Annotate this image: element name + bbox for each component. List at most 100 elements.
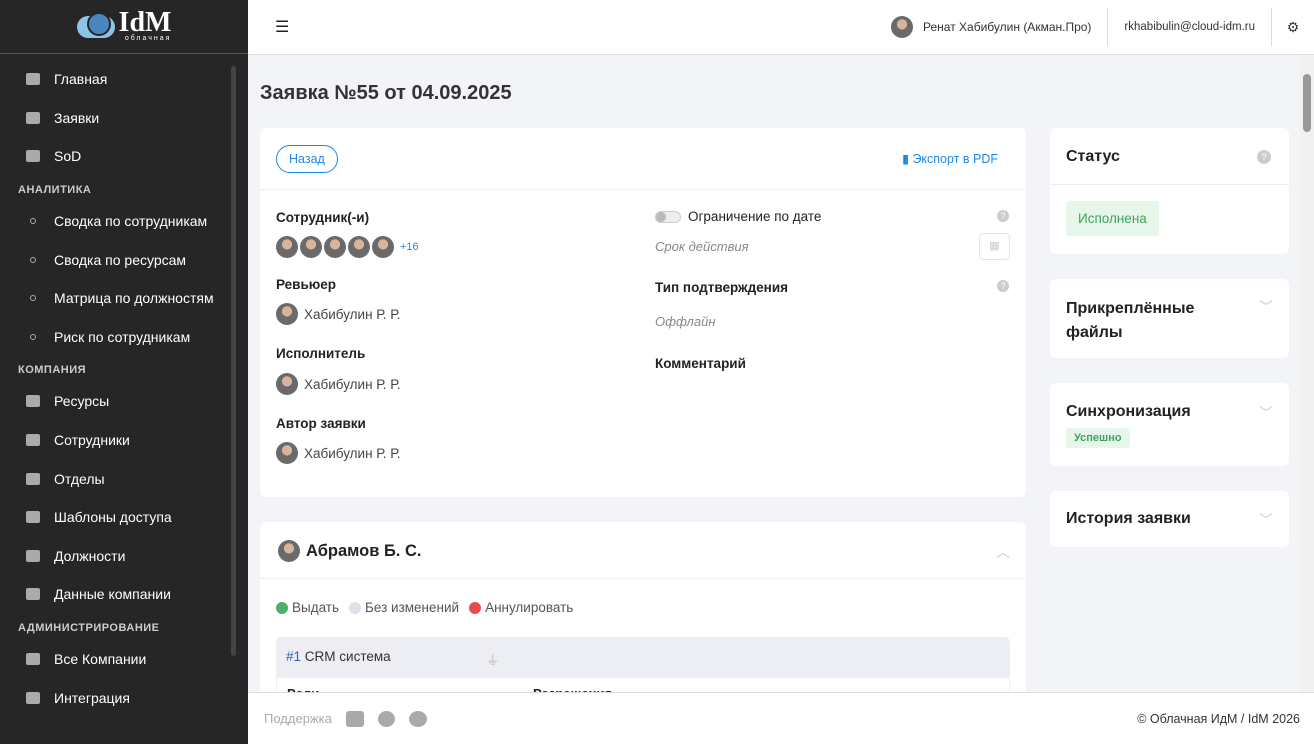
employees-label: Сотрудник(-и): [276, 210, 370, 225]
support-label: Поддержка: [264, 711, 332, 726]
user-icon: [26, 434, 40, 447]
divider: [260, 189, 1026, 190]
sidebar-item-label: Сводка по сотрудникам: [54, 213, 208, 230]
user-menu[interactable]: Ренат Хабибулин (Акман.Про): [883, 8, 1109, 46]
whatsapp-icon[interactable]: [377, 710, 395, 727]
help-icon[interactable]: ?: [997, 210, 1009, 222]
divider: [260, 578, 1026, 579]
sidebar-item-label: Данные компании: [54, 586, 171, 603]
telegram-icon[interactable]: [408, 710, 427, 727]
history-card[interactable]: История заявки ﹀: [1050, 491, 1289, 547]
sidebar-item[interactable]: Данные компании: [0, 575, 248, 614]
chevron-down-icon[interactable]: ﹀: [1259, 297, 1273, 317]
date-limit-label: Ограничение по дате: [688, 209, 822, 224]
sidebar-item-label: Сводка по ресурсам: [54, 251, 187, 268]
sync-status-badge: Успешно: [1066, 428, 1130, 448]
sidebar-item[interactable]: Главная: [0, 60, 248, 99]
avatar: [348, 236, 370, 258]
author: Хабибулин Р. Р.: [276, 442, 400, 464]
circle-icon: [30, 218, 36, 225]
date-limit-toggle[interactable]: [655, 211, 681, 223]
cancel-circle-icon: [469, 601, 482, 614]
status-badge: Исполнена: [1066, 201, 1159, 236]
calendar-icon[interactable]: ▦: [979, 233, 1010, 260]
sidebar-item-label: Главная: [54, 71, 108, 88]
menu-icon[interactable]: ☰: [275, 17, 289, 37]
sidebar-item[interactable]: Сотрудники: [0, 421, 248, 460]
resource-header[interactable]: #1 CRM система ⏚: [276, 637, 1010, 677]
confirm-type-value: Оффлайн: [655, 314, 716, 329]
sidebar-item[interactable]: Матрица по должностям: [0, 279, 248, 318]
avatar: [276, 373, 298, 395]
sidebar-scrollbar[interactable]: [231, 66, 236, 656]
plug-icon: ⏚: [486, 653, 500, 668]
circle-icon: [349, 601, 362, 614]
gear-icon[interactable]: ⚙: [1272, 19, 1314, 36]
confirm-type-label: Тип подтверждения: [655, 280, 789, 295]
attached-files-card[interactable]: Прикреплённые файлы ﹀: [1050, 279, 1289, 358]
avatar: [324, 236, 346, 258]
sidebar-item-label: Шаблоны доступа: [54, 509, 172, 526]
logo[interactable]: IdM облачная: [0, 0, 248, 54]
employees-avatars[interactable]: +16: [276, 236, 419, 258]
top-header: ☰ Ренат Хабибулин (Акман.Про) rkhabibuli…: [248, 0, 1314, 55]
request-card: Назад ▮ Экспорт в PDF Сотрудник(-и) +16 …: [260, 128, 1026, 497]
chevron-down-icon[interactable]: ﹀: [1259, 403, 1273, 423]
legend: Выдать Без изменений Аннулировать: [276, 600, 573, 615]
avatar: [891, 16, 914, 38]
sidebar-item-label: Интеграция: [54, 689, 130, 706]
validity-date-input[interactable]: Срок действия: [655, 239, 749, 254]
clipboard-icon: [26, 111, 40, 124]
envelope-icon[interactable]: [345, 710, 364, 727]
sidebar-item[interactable]: Сводка по сотрудникам: [0, 202, 248, 241]
sidebar-item[interactable]: Ресурсы: [0, 382, 248, 421]
export-pdf-button[interactable]: ▮ Экспорт в PDF: [902, 151, 998, 166]
user-icon: [26, 653, 40, 666]
plug-icon: [26, 691, 40, 704]
building-icon: [26, 588, 40, 601]
sidebar-item[interactable]: Все Компании: [0, 640, 248, 679]
sidebar-item-label: Отделы: [54, 470, 105, 487]
back-button[interactable]: Назад: [276, 145, 338, 173]
sidebar-item[interactable]: Должности: [0, 537, 248, 576]
sidebar-item[interactable]: Отделы: [0, 459, 248, 498]
chevron-down-icon[interactable]: ﹀: [1259, 510, 1273, 530]
sync-card[interactable]: Синхронизация ﹀ Успешно: [1050, 383, 1289, 466]
more-employees-count[interactable]: +16: [400, 241, 419, 253]
sidebar-item-label: Ресурсы: [54, 393, 110, 410]
executor: Хабибулин Р. Р.: [276, 373, 400, 395]
sitemap-icon: [26, 150, 40, 163]
sidebar-item[interactable]: Риск по сотрудникам: [0, 318, 248, 357]
sidebar-item[interactable]: Заявки: [0, 99, 248, 138]
sidebar-item-label: SoD: [54, 148, 82, 165]
sidebar-item-label: Все Компании: [54, 651, 147, 668]
sidebar-nav: Главная Заявки SoD АНАЛИТИКА Сводка по сотру…: [0, 54, 248, 717]
layers-icon: [26, 395, 40, 408]
sidebar-section-header: АДМИНИСТРИРОВАНИЕ: [18, 621, 160, 634]
employee-name: Абрамов Б. С.: [306, 541, 422, 560]
chevron-up-icon[interactable]: ︿: [996, 542, 1010, 562]
home-icon: [26, 73, 40, 86]
cloud-logo-icon: [76, 11, 115, 38]
avatar: [276, 442, 298, 464]
page-scrollbar[interactable]: [1300, 56, 1314, 692]
sidebar-section-header: АНАЛИТИКА: [18, 183, 92, 196]
status-card: Статус ? Исполнена: [1050, 128, 1289, 254]
author-label: Автор заявки: [276, 416, 366, 431]
help-icon[interactable]: ?: [997, 280, 1009, 292]
sidebar: IdM облачная Главная Заявки SoD АНАЛИТИКА Сво…: [0, 0, 248, 744]
sidebar-item-label: Сотрудники: [54, 432, 130, 449]
user-email[interactable]: rkhabibulin@cloud-idm.ru: [1108, 8, 1272, 46]
sidebar-item-label: Матрица по должностям: [54, 290, 214, 307]
sidebar-item-label: Заявки: [54, 109, 100, 126]
sidebar-item[interactable]: Сводка по ресурсам: [0, 240, 248, 279]
sidebar-item[interactable]: SoD: [0, 137, 248, 176]
check-circle-icon: [276, 601, 288, 614]
avatar: [276, 236, 298, 258]
avatar: [276, 303, 298, 325]
pdf-file-icon: ▮: [902, 152, 913, 166]
help-icon[interactable]: ?: [1257, 150, 1271, 164]
sidebar-item[interactable]: Интеграция: [0, 678, 248, 717]
circle-icon: [30, 295, 36, 302]
sidebar-item[interactable]: Шаблоны доступа: [0, 498, 248, 537]
